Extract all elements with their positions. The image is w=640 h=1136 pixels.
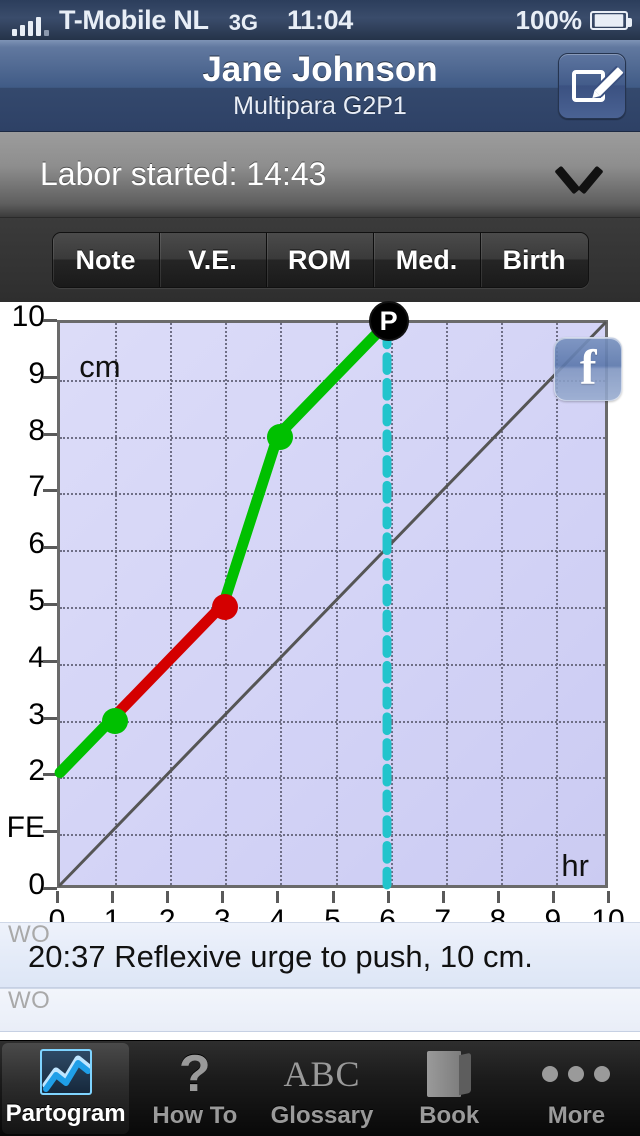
app-screen: T-Mobile NL 3G 11:04 100% Jane Johnson M…: [0, 0, 640, 1136]
question-mark-icon: ?: [178, 1044, 211, 1103]
facebook-icon: f: [579, 339, 597, 396]
list-item[interactable]: WO 20:37 Reflexive urge to push, 10 cm.: [0, 921, 640, 988]
chart-lines: [54, 317, 607, 890]
y-axis-tick: [43, 432, 57, 436]
page-subtitle: Multipara G2P1: [233, 92, 407, 120]
tab-label: More: [547, 1102, 606, 1129]
data-point-marker[interactable]: [102, 707, 129, 734]
x-axis-tick: [386, 891, 390, 903]
y-axis-tick-label: 4: [28, 640, 45, 674]
x-axis-tick: [607, 891, 610, 903]
notes-list[interactable]: WO 20:37 Reflexive urge to push, 10 cm. …: [0, 921, 640, 1050]
x-axis-tick: [551, 891, 555, 903]
x-axis-tick: [331, 891, 335, 903]
x-axis-unit-label: hr: [561, 848, 589, 884]
nav-title-group: Jane Johnson Multipara G2P1: [202, 52, 437, 119]
data-point-marker[interactable]: [267, 423, 294, 450]
action-button-med[interactable]: Med.: [373, 233, 481, 287]
y-axis-tick: [43, 546, 57, 550]
status-bar: T-Mobile NL 3G 11:04 100%: [0, 0, 640, 40]
action-button-rom[interactable]: ROM: [266, 233, 374, 287]
plot-area[interactable]: P cm hr f: [54, 301, 623, 890]
y-axis-tick: [43, 659, 57, 663]
list-item[interactable]: WO: [0, 987, 640, 1032]
tab-bar: Partogram ? How To ABC Glossary Book Mor…: [0, 1040, 640, 1136]
ellipsis-icon: [542, 1050, 611, 1098]
compose-icon: [572, 66, 624, 106]
y-axis-tick: [43, 887, 57, 890]
x-axis-tick: [496, 891, 500, 903]
x-axis-tick: [111, 891, 115, 903]
y-axis-tick-label: 7: [28, 470, 45, 504]
x-axis-tick: [276, 891, 280, 903]
y-axis-tick-label: 2: [28, 754, 45, 788]
action-button-birth[interactable]: Birth: [480, 233, 588, 287]
x-axis-tick: [441, 891, 445, 903]
y-axis-tick-label: 8: [28, 413, 45, 447]
y-axis-tick: [43, 489, 57, 493]
y-axis-tick: [43, 716, 57, 720]
tab-label: Partogram: [5, 1100, 126, 1127]
y-axis-tick-label: 0: [28, 868, 45, 901]
tab-label: Book: [419, 1102, 480, 1129]
labor-started-bar[interactable]: Labor started: 14:43: [0, 132, 640, 218]
note-text: 20:37 Reflexive urge to push, 10 cm.: [28, 939, 533, 974]
y-axis-tick-label: 10: [11, 300, 45, 333]
action-segmented-control: Note V.E. ROM Med. Birth: [51, 232, 589, 288]
labor-started-label: Labor started: 14:43: [40, 156, 327, 192]
action-toolbar: Note V.E. ROM Med. Birth: [0, 218, 640, 302]
book-icon: [427, 1050, 472, 1098]
action-button-note[interactable]: Note: [52, 233, 160, 287]
y-axis-tick-label: FE: [6, 811, 45, 845]
status-bar-clock: 11:04: [286, 4, 354, 35]
abc-icon: ABC: [283, 1054, 361, 1094]
compose-button[interactable]: [558, 53, 626, 119]
page-title: Jane Johnson: [202, 50, 438, 89]
facebook-share-button[interactable]: f: [554, 337, 623, 402]
x-axis-tick: [221, 891, 225, 903]
tab-partogram[interactable]: Partogram: [2, 1043, 130, 1134]
battery-full-icon: [590, 10, 632, 30]
chevron-down-icon[interactable]: [558, 163, 600, 187]
y-axis-tick-label: 5: [28, 584, 45, 617]
y-axis-tick-label: 9: [28, 356, 45, 390]
action-button-ve[interactable]: V.E.: [159, 233, 267, 287]
x-axis-tick: [56, 891, 59, 903]
tab-book[interactable]: Book: [386, 1041, 513, 1136]
navigation-bar: Jane Johnson Multipara G2P1: [0, 40, 640, 132]
tab-how-to[interactable]: ? How To: [131, 1041, 258, 1136]
y-axis-tick-label: 6: [28, 527, 45, 561]
tab-glossary[interactable]: ABC Glossary: [258, 1041, 385, 1136]
y-axis-tick: [43, 830, 57, 834]
chart-icon: [39, 1048, 92, 1096]
tab-more[interactable]: More: [513, 1041, 640, 1136]
note-badge: WO: [8, 987, 51, 1014]
tab-label: How To: [152, 1102, 238, 1129]
y-axis-tick: [43, 603, 57, 606]
y-axis-tick: [43, 319, 57, 322]
y-axis-unit-label: cm: [79, 348, 121, 384]
tab-label: Glossary: [270, 1102, 374, 1129]
y-axis-tick: [43, 375, 57, 379]
x-axis-tick: [166, 891, 170, 903]
y-axis-tick-label: 3: [28, 697, 45, 731]
data-point-marker-p[interactable]: P: [368, 301, 409, 341]
partogram-chart[interactable]: 0 FE 2 3 4 5 6 7 8 9 10 0 1 2 3 4 5 6 7 8 9 10 P cm hr f: [0, 300, 640, 937]
